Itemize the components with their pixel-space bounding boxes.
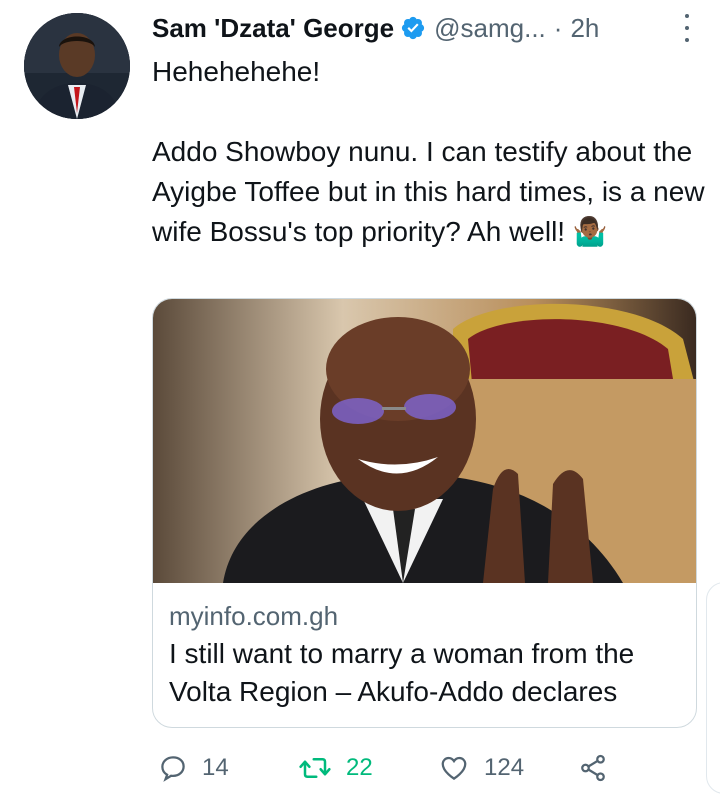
avatar-image: [24, 13, 130, 119]
share-icon: [581, 754, 605, 782]
like-button[interactable]: 124: [438, 748, 524, 788]
reply-button[interactable]: 14: [158, 748, 229, 788]
tweet-actions: 14 22 124: [152, 748, 622, 788]
overlay-edge: [706, 582, 720, 794]
verified-badge-icon: [400, 15, 426, 41]
card-meta: myinfo.com.gh I still want to marry a wo…: [169, 599, 684, 711]
tweet-timestamp[interactable]: 2h: [570, 13, 599, 44]
reply-count: 14: [202, 754, 229, 781]
more-options-icon[interactable]: [682, 14, 692, 42]
like-count: 124: [484, 754, 525, 781]
tweet-text: Hehehehehe! Addo Showboy nunu. I can tes…: [152, 56, 705, 247]
card-image[interactable]: [153, 299, 696, 583]
retweet-button[interactable]: 22: [298, 748, 373, 788]
card-title: I still want to marry a woman from the V…: [169, 638, 635, 707]
share-button[interactable]: [578, 748, 608, 788]
author-handle[interactable]: @samg...: [434, 13, 546, 44]
tweet-header: Sam 'Dzata' George @samg... · 2h: [152, 12, 690, 44]
heart-icon: [441, 756, 467, 780]
link-preview-card[interactable]: myinfo.com.gh I still want to marry a wo…: [152, 298, 697, 728]
card-domain: myinfo.com.gh: [169, 601, 339, 631]
reply-icon: [161, 756, 185, 782]
author-name[interactable]: Sam 'Dzata' George: [152, 13, 394, 44]
separator-dot: ·: [553, 12, 563, 43]
author-avatar[interactable]: [24, 13, 130, 119]
retweet-icon: [299, 758, 331, 778]
retweet-count: 22: [346, 754, 373, 781]
